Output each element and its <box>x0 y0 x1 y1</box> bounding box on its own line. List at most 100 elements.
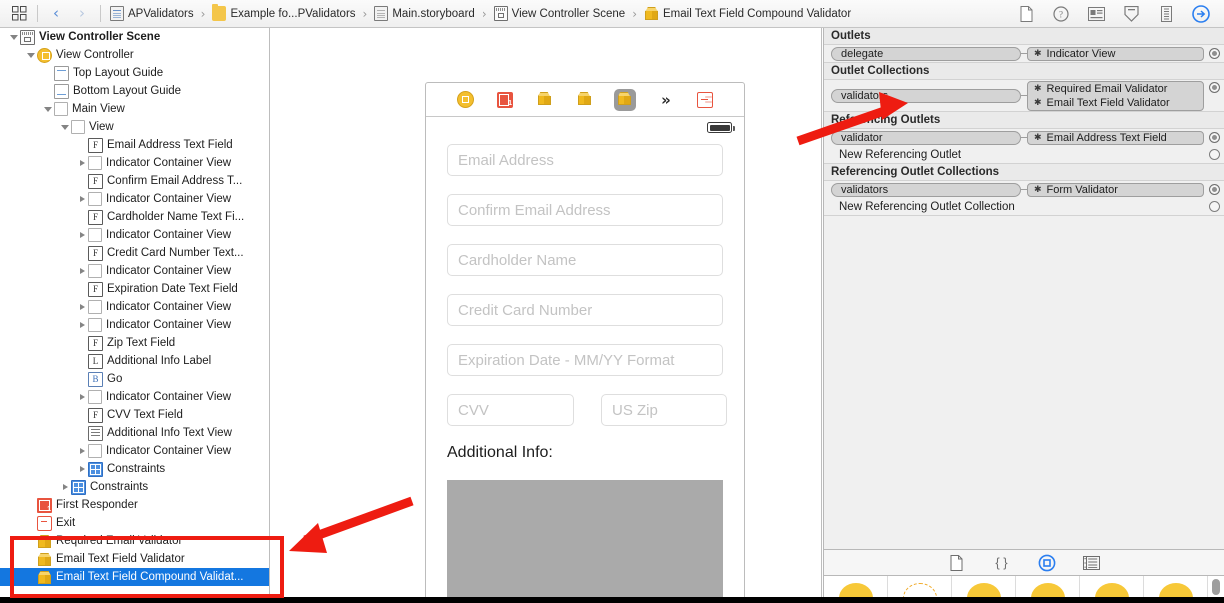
breadcrumb-item-object[interactable]: Email Text Field Compound Validator <box>642 0 853 28</box>
connection-well[interactable] <box>1209 201 1220 212</box>
chevron-double-right-icon[interactable]: » <box>654 89 676 111</box>
first-responder-dock-icon[interactable]: 1 <box>494 89 516 111</box>
outline-row[interactable]: Email Text Field Validator <box>0 550 269 568</box>
identity-inspector-icon[interactable] <box>1087 5 1105 23</box>
outline-row[interactable]: Constraints <box>0 478 269 496</box>
chevron-down-icon[interactable] <box>8 28 20 46</box>
connection-well[interactable] <box>1209 132 1220 143</box>
chevron-right-icon[interactable] <box>76 262 88 280</box>
breadcrumb-item-folder[interactable]: Example fo...PValidators <box>210 0 357 28</box>
object-cube-dock-icon[interactable] <box>574 89 596 111</box>
object-library-grid[interactable] <box>823 575 1224 597</box>
connection-well[interactable] <box>1209 184 1220 195</box>
confirm-email-address-field[interactable]: Confirm Email Address <box>447 194 723 226</box>
chevron-right-icon[interactable] <box>76 460 88 478</box>
outline-row[interactable]: F Email Address Text Field <box>0 136 269 154</box>
outline-row[interactable]: Indicator Container View <box>0 442 269 460</box>
outline-row[interactable]: View Controller <box>0 46 269 64</box>
outline-row[interactable]: Top Layout Guide <box>0 64 269 82</box>
media-library-icon[interactable] <box>1082 553 1101 572</box>
outline-row[interactable]: Email Text Field Compound Validat... <box>0 568 269 586</box>
outline-row[interactable]: F Confirm Email Address T... <box>0 172 269 190</box>
chevron-right-icon[interactable] <box>76 298 88 316</box>
outline-row[interactable]: View Controller Scene <box>0 28 269 46</box>
chevron-down-icon[interactable] <box>42 100 54 118</box>
outline-row[interactable]: Additional Info Text View <box>0 424 269 442</box>
connection-target-item[interactable]: ✱ Required Email Validator <box>1028 82 1203 96</box>
file-inspector-icon[interactable] <box>1017 5 1035 23</box>
us-zip-field[interactable]: US Zip <box>601 394 727 426</box>
outline-row[interactable]: Indicator Container View <box>0 226 269 244</box>
attributes-inspector-icon[interactable] <box>1122 5 1140 23</box>
object-cube-dock-icon[interactable] <box>534 89 556 111</box>
connections-inspector-icon[interactable] <box>1192 5 1210 23</box>
view-controller-dock-icon[interactable] <box>454 89 476 111</box>
email-address-field[interactable]: Email Address <box>447 144 723 176</box>
outline-row[interactable]: F Expiration Date Text Field <box>0 280 269 298</box>
chevron-right-icon[interactable] <box>59 478 71 496</box>
object-library-icon[interactable] <box>1037 553 1056 572</box>
outline-row[interactable]: F Zip Text Field <box>0 334 269 352</box>
back-button[interactable]: ‹ <box>43 0 69 28</box>
outlet-name-pill[interactable]: validators <box>831 88 1021 103</box>
library-scrollbar[interactable] <box>1212 579 1220 595</box>
chevron-down-icon[interactable] <box>25 46 37 64</box>
new-connection-row[interactable]: New Referencing Outlet <box>824 146 1224 163</box>
outline-row[interactable]: Main View <box>0 100 269 118</box>
chevron-right-icon[interactable] <box>76 388 88 406</box>
connections-inspector[interactable]: Outlets delegate ✱ Indicator View Outlet Col… <box>823 28 1224 549</box>
quick-help-inspector-icon[interactable]: ? <box>1052 5 1070 23</box>
breadcrumb-item-storyboard[interactable]: Main.storyboard <box>372 0 476 28</box>
chevron-right-icon[interactable] <box>76 442 88 460</box>
breadcrumb-item-scene[interactable]: View Controller Scene <box>492 0 628 28</box>
library-item[interactable] <box>1016 576 1080 597</box>
connection-well[interactable] <box>1209 82 1220 93</box>
outline-row[interactable]: B Go <box>0 370 269 388</box>
outline-row[interactable]: Indicator Container View <box>0 316 269 334</box>
connection-target-item[interactable]: ✱ Email Text Field Validator <box>1028 96 1203 110</box>
outline-row[interactable]: Bottom Layout Guide <box>0 82 269 100</box>
library-item[interactable] <box>952 576 1016 597</box>
chevron-right-icon[interactable] <box>76 316 88 334</box>
outline-row[interactable]: F CVV Text Field <box>0 406 269 424</box>
outline-row[interactable]: Indicator Container View <box>0 298 269 316</box>
cvv-field[interactable]: CVV <box>447 394 574 426</box>
library-item[interactable] <box>1144 576 1208 597</box>
outline-row[interactable]: Required Email Validator <box>0 532 269 550</box>
connection-well[interactable] <box>1209 48 1220 59</box>
outline-row[interactable]: Constraints <box>0 460 269 478</box>
outlet-name-pill[interactable]: delegate <box>831 46 1021 61</box>
library-item[interactable] <box>1080 576 1144 597</box>
object-cube-dock-icon-selected[interactable] <box>614 88 636 111</box>
outline-row[interactable]: First Responder <box>0 496 269 514</box>
outline-row[interactable]: Indicator Container View <box>0 262 269 280</box>
code-snippet-library-icon[interactable]: { } <box>992 553 1011 572</box>
chevron-right-icon[interactable] <box>76 190 88 208</box>
outlet-name-pill[interactable]: validator <box>831 130 1021 145</box>
outlet-connection-row[interactable]: validators ✱ Form Validator <box>824 181 1224 198</box>
chevron-down-icon[interactable] <box>59 118 71 136</box>
outline-row[interactable]: View <box>0 118 269 136</box>
outlet-connection-row[interactable]: validator ✱ Email Address Text Field <box>824 129 1224 146</box>
chevron-right-icon[interactable] <box>76 154 88 172</box>
outline-row[interactable]: L Additional Info Label <box>0 352 269 370</box>
forward-button[interactable]: › <box>69 0 95 28</box>
outlet-name-pill[interactable]: validators <box>831 182 1021 197</box>
outline-row[interactable]: F Cardholder Name Text Fi... <box>0 208 269 226</box>
expiration-date-field[interactable]: Expiration Date - MM/YY Format <box>447 344 723 376</box>
storyboard-canvas[interactable]: 1 » Email Address Confirm Email Address … <box>271 28 822 597</box>
library-item[interactable] <box>888 576 952 597</box>
connection-target[interactable]: ✱ Form Validator <box>1027 182 1204 197</box>
connection-target[interactable]: ✱ Required Email Validator ✱ Email Text Fie… <box>1027 80 1204 111</box>
document-outline[interactable]: View Controller Scene View Controller Top … <box>0 28 270 597</box>
outlet-connection-row[interactable]: delegate ✱ Indicator View <box>824 45 1224 62</box>
outline-row[interactable]: Indicator Container View <box>0 190 269 208</box>
size-inspector-icon[interactable] <box>1157 5 1175 23</box>
cardholder-name-field[interactable]: Cardholder Name <box>447 244 723 276</box>
outlet-connection-row[interactable]: validators ✱ Required Email Validator ✱ Emai… <box>824 80 1224 111</box>
breadcrumb-item-project[interactable]: APValidators <box>108 0 196 28</box>
credit-card-number-field[interactable]: Credit Card Number <box>447 294 723 326</box>
outline-row[interactable]: Exit <box>0 514 269 532</box>
library-item[interactable] <box>824 576 888 597</box>
additional-info-text-view[interactable] <box>447 480 723 597</box>
